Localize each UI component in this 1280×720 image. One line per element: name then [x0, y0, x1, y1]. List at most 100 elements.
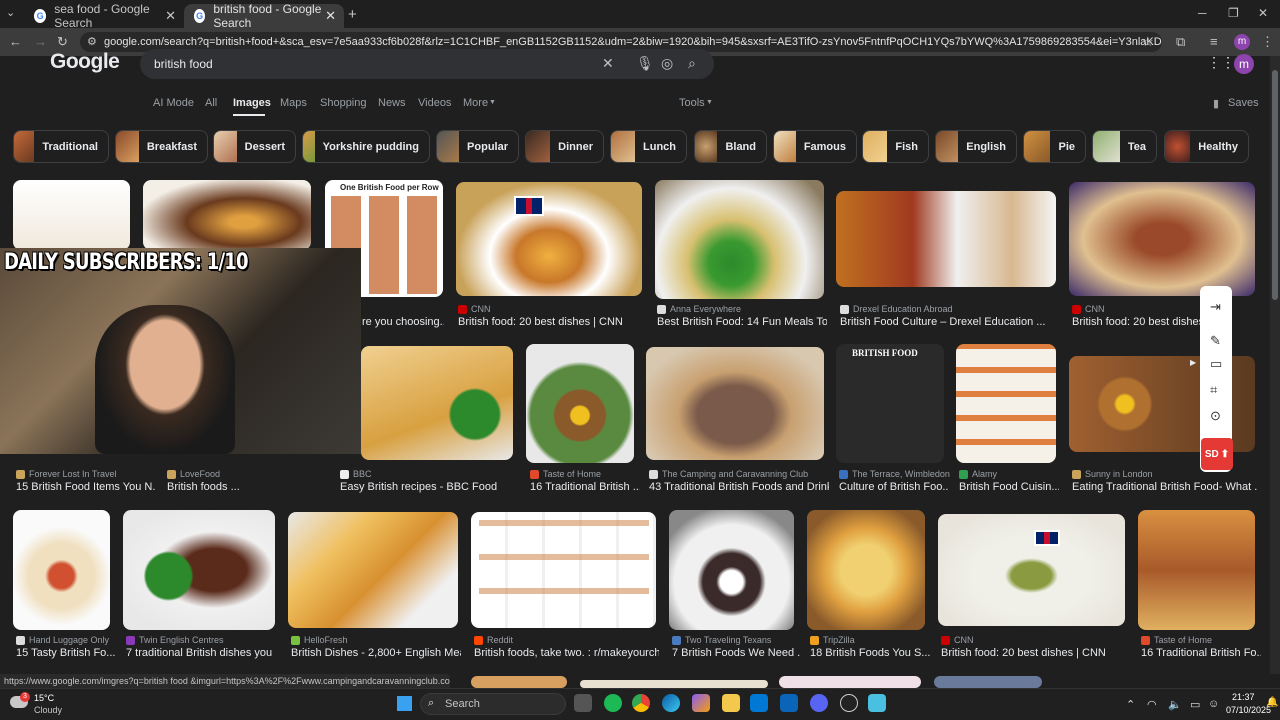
chip-english[interactable]: English — [935, 130, 1017, 163]
chip-dessert[interactable]: Dessert — [213, 130, 296, 163]
search-box[interactable] — [140, 49, 714, 79]
result-source[interactable]: LoveFood — [167, 469, 220, 479]
crop-icon[interactable]: ⌗ — [1210, 382, 1217, 398]
chrome-icon[interactable] — [632, 694, 650, 712]
result-title[interactable]: British Dishes - 2,800+ English Meal... — [291, 647, 461, 659]
chip-tea[interactable]: Tea — [1092, 130, 1157, 163]
chip-lunch[interactable]: Lunch — [610, 130, 687, 163]
result-source[interactable]: CNN — [458, 304, 491, 314]
result-title[interactable]: 15 British Food Items You N... — [16, 481, 156, 493]
result-image[interactable] — [1138, 510, 1255, 630]
result-source[interactable]: Taste of Home — [1141, 635, 1212, 645]
result-source[interactable]: Anna Everywhere — [657, 304, 741, 314]
result-image[interactable] — [938, 514, 1125, 626]
result-title[interactable]: British food: 20 best dishes | CNN — [941, 647, 1131, 659]
taskbar-search[interactable]: Search — [420, 693, 566, 715]
chip-fish[interactable]: Fish — [862, 130, 929, 163]
result-title[interactable]: 16 Traditional British ... — [530, 481, 640, 493]
record-icon[interactable]: ⊙ — [1210, 408, 1221, 424]
result-source[interactable]: The Camping and Caravanning Club — [649, 469, 808, 479]
weather-temp[interactable]: 15°C — [34, 693, 54, 703]
result-image[interactable]: BRITISH FOOD — [836, 344, 944, 463]
result-image[interactable] — [646, 347, 824, 460]
app-icon[interactable] — [868, 694, 886, 712]
weather-desc[interactable]: Cloudy — [34, 705, 62, 715]
result-title[interactable]: 18 British Foods You S... — [810, 647, 930, 659]
result-source[interactable]: Taste of Home — [530, 469, 601, 479]
chip-pie[interactable]: Pie — [1023, 130, 1086, 163]
result-source[interactable]: Twin English Centres — [126, 635, 224, 645]
tab-images[interactable]: Images — [233, 97, 271, 109]
voice-search-icon[interactable]: 🎙 — [636, 55, 654, 72]
result-source[interactable]: Hand Luggage Only — [16, 635, 109, 645]
tab-british-food[interactable]: G british food - Google Search ✕ — [184, 2, 344, 30]
result-image[interactable] — [123, 510, 275, 630]
result-title[interactable]: Easy British recipes - BBC Food — [340, 481, 520, 493]
task-view-icon[interactable] — [574, 694, 592, 712]
tab-all[interactable]: All — [205, 97, 217, 109]
forward-icon[interactable]: → — [34, 34, 47, 49]
result-title[interactable]: British Food Culture – Drexel Education … — [840, 316, 1060, 328]
result-image[interactable] — [456, 182, 642, 296]
clear-search-icon[interactable]: ✕ — [602, 55, 614, 72]
result-title[interactable]: British food: 20 best dishes | CNN — [458, 316, 648, 328]
back-icon[interactable]: ← — [9, 34, 22, 49]
reload-icon[interactable]: ↻ — [57, 34, 68, 50]
notification-bell-icon[interactable]: 🔔 — [1266, 697, 1278, 708]
result-title[interactable]: re you choosing... — [362, 316, 444, 328]
chip-healthy[interactable]: Healthy — [1164, 130, 1249, 163]
clock-date[interactable]: 07/10/2025 — [1226, 705, 1271, 715]
search-input[interactable]: british food — [154, 57, 213, 71]
scrollbar-thumb[interactable] — [1272, 70, 1278, 300]
chip-dinner[interactable]: Dinner — [525, 130, 604, 163]
clock-time[interactable]: 21:37 — [1232, 692, 1255, 702]
result-title[interactable]: 16 Traditional British Fo... — [1141, 647, 1261, 659]
result-title[interactable]: 7 traditional British dishes you n... — [126, 647, 276, 659]
new-tab-icon[interactable]: + — [348, 6, 357, 23]
result-title[interactable]: British food: 20 best dishes | C — [1072, 316, 1202, 328]
screenshot-icon[interactable]: ▭ — [1210, 356, 1222, 372]
result-image[interactable] — [1069, 182, 1255, 296]
tab-maps[interactable]: Maps — [280, 97, 307, 109]
tab-list-button[interactable]: ⌄ — [6, 6, 15, 19]
lens-search-icon[interactable]: ◎ — [661, 55, 673, 72]
chip-traditional[interactable]: Traditional — [13, 130, 109, 163]
google-logo[interactable]: Google — [50, 50, 120, 74]
result-source[interactable]: Alamy — [959, 469, 997, 479]
result-source[interactable]: Forever Lost In Travel — [16, 469, 117, 479]
result-source[interactable]: Sunny in London — [1072, 469, 1153, 479]
result-source[interactable]: Two Traveling Texans — [672, 635, 771, 645]
result-title[interactable]: 43 Traditional British Foods and Drink..… — [649, 481, 829, 493]
store-icon[interactable] — [750, 694, 768, 712]
chip-popular[interactable]: Popular — [436, 130, 519, 163]
result-image[interactable] — [471, 512, 656, 628]
result-image[interactable] — [288, 512, 458, 628]
minimize-icon[interactable]: ─ — [1198, 6, 1207, 20]
result-source[interactable]: The Terrace, Wimbledon — [839, 469, 950, 479]
pen-icon[interactable]: ✎ — [1210, 333, 1221, 349]
tray-overflow-icon[interactable]: ⌃ — [1126, 698, 1135, 711]
result-image[interactable] — [361, 346, 513, 460]
chip-bland[interactable]: Bland — [694, 130, 767, 163]
tab-sea-food[interactable]: G sea food - Google Search ✕ — [24, 2, 184, 30]
result-image[interactable] — [807, 510, 925, 630]
result-source[interactable]: TripZilla — [810, 635, 855, 645]
result-source[interactable]: CNN — [1072, 304, 1105, 314]
result-image[interactable] — [956, 344, 1056, 463]
chip-famous[interactable]: Famous — [773, 130, 857, 163]
result-title[interactable]: 7 British Foods We Need ... — [672, 647, 800, 659]
copilot-icon[interactable] — [692, 694, 710, 712]
result-source[interactable]: Drexel Education Abroad — [840, 304, 953, 314]
tools-button[interactable]: Tools — [679, 97, 705, 109]
result-image[interactable] — [779, 676, 921, 688]
tab-videos[interactable]: Videos — [418, 97, 451, 109]
result-image[interactable] — [13, 180, 130, 250]
result-source[interactable]: HelloFresh — [291, 635, 348, 645]
result-image[interactable] — [13, 510, 110, 630]
result-title[interactable]: 15 Tasty British Fo... — [16, 647, 116, 659]
media-controls-icon[interactable]: ≡ — [1210, 34, 1218, 49]
result-source[interactable]: BBC — [340, 469, 372, 479]
windows-start-icon[interactable] — [397, 696, 412, 711]
result-source[interactable]: CNN — [941, 635, 974, 645]
tab-news[interactable]: News — [378, 97, 406, 109]
